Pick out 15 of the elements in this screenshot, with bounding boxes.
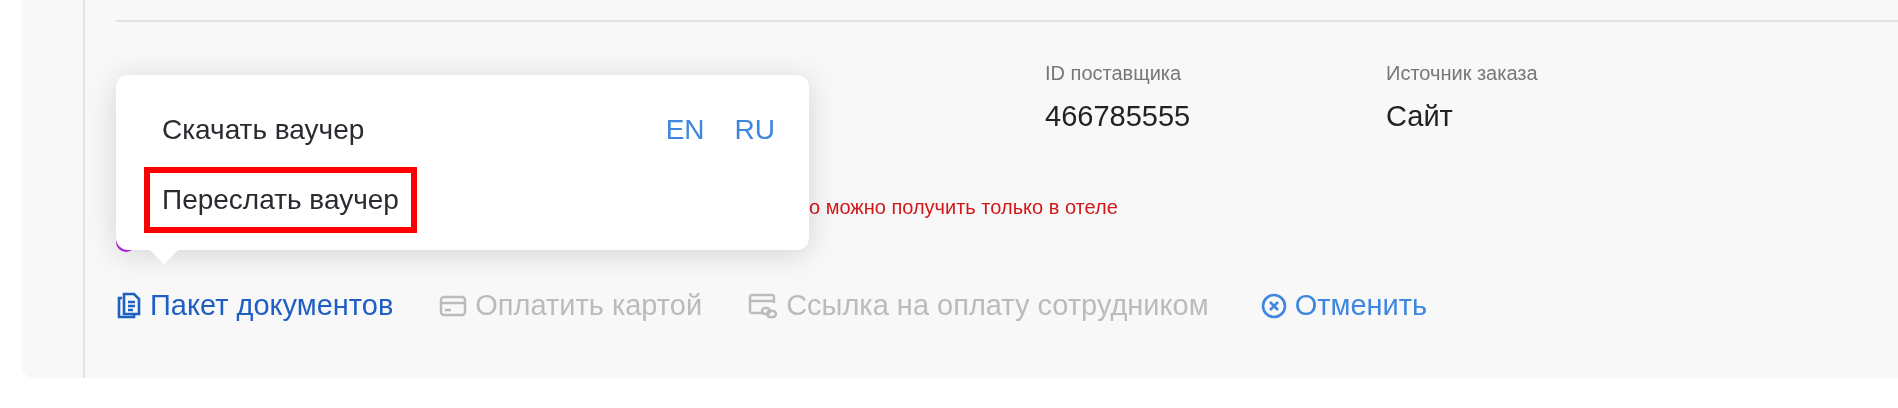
action-button[interactable]: Отменить bbox=[1260, 284, 1428, 328]
field-value: 466785555 bbox=[1045, 99, 1192, 134]
field-value: Сайт bbox=[1386, 99, 1454, 134]
language-link[interactable]: EN bbox=[665, 109, 705, 151]
menu-item[interactable]: Переслать ваучер bbox=[144, 167, 417, 233]
notice-text: о можно получить только в отеле bbox=[809, 196, 1118, 218]
field-label: ID поставщика bbox=[1045, 61, 1183, 86]
close-icon bbox=[1260, 292, 1287, 319]
language-link[interactable]: RU bbox=[734, 109, 775, 151]
card-link-icon bbox=[748, 292, 779, 319]
action-button[interactable]: Пакет документов bbox=[116, 284, 394, 328]
card-icon bbox=[439, 294, 468, 317]
field-label: Источник заказа bbox=[1386, 61, 1539, 86]
menu-item[interactable]: Скачать ваучер bbox=[144, 97, 383, 163]
documents-icon bbox=[116, 291, 142, 320]
